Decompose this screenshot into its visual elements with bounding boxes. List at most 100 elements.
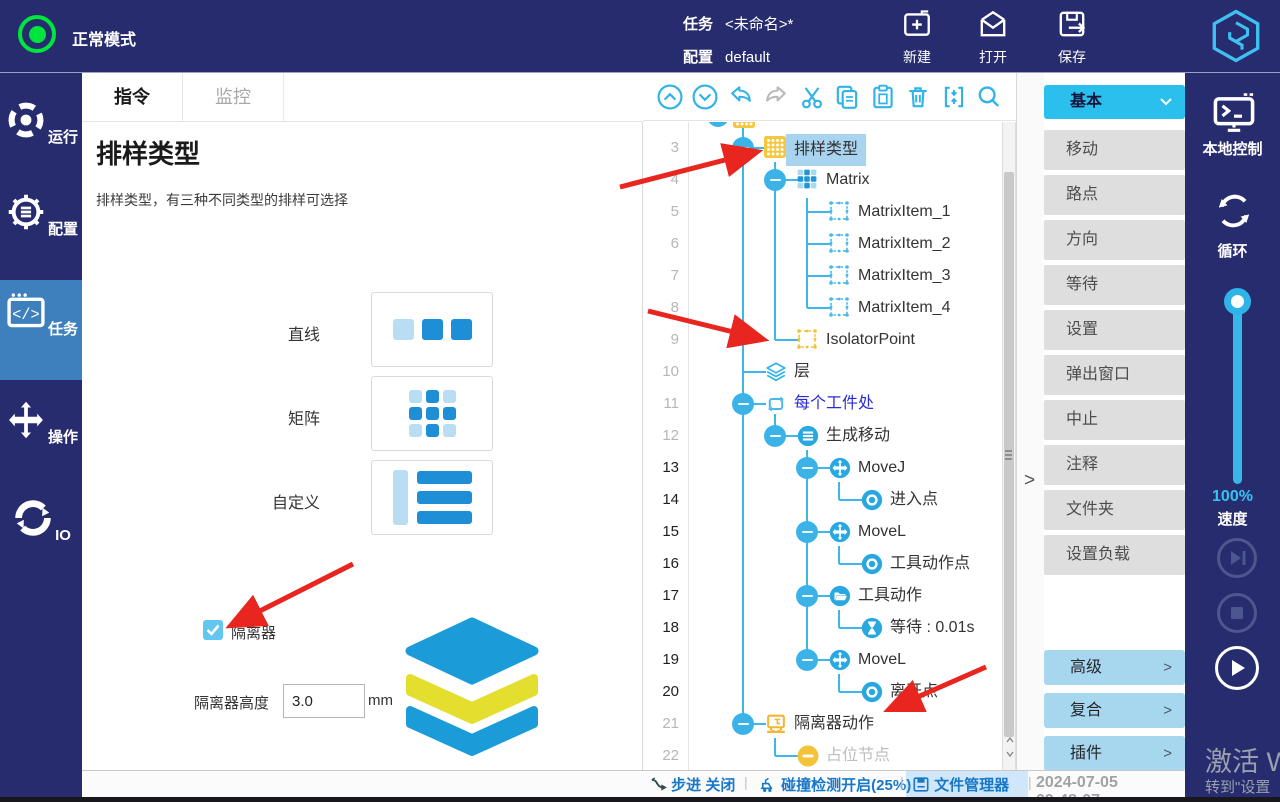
stop-button[interactable] [1217, 593, 1257, 633]
collapse-toggle[interactable] [732, 137, 754, 159]
file-manager-button[interactable]: 文件管理器 [912, 774, 1009, 795]
cut-button[interactable] [797, 82, 827, 112]
tree-node-label[interactable]: 占位节点 [826, 740, 890, 770]
collapse-toggle[interactable] [796, 585, 818, 607]
move-down-button[interactable] [690, 82, 720, 112]
tree-row-12[interactable]: 12生成移动 [643, 420, 1002, 452]
tree-row-21[interactable]: 21隔离器动作 [643, 708, 1002, 740]
tree-node-label[interactable]: MoveJ [858, 452, 905, 484]
tree-row-20[interactable]: 20离开点 [643, 676, 1002, 708]
local-control-icon[interactable] [1211, 90, 1257, 141]
tree-row-16[interactable]: 16工具动作点 [643, 548, 1002, 580]
tree-node-label[interactable]: MatrixItem_3 [858, 260, 950, 292]
expand-chevron-icon[interactable]: > [1024, 470, 1035, 492]
tree-row-14[interactable]: 14进入点 [643, 484, 1002, 516]
option-line-card[interactable] [371, 292, 493, 367]
topbar-action-1[interactable]: 新建 [887, 8, 947, 66]
tree-row-13[interactable]: 13MoveJ [643, 452, 1002, 484]
tree-row-4[interactable]: 4Matrix [643, 164, 1002, 196]
scroll-up-icon[interactable] [1005, 735, 1015, 745]
tree-node-label[interactable]: 离开点 [890, 676, 938, 708]
copy-button[interactable] [832, 82, 862, 112]
tree-row-22[interactable]: 22占位节点 [643, 740, 1002, 770]
sidebar-item-config[interactable]: 配置 [0, 180, 82, 272]
tree-node-label[interactable]: MoveL [858, 644, 906, 676]
tree-row-19[interactable]: 19MoveL [643, 644, 1002, 676]
collapse-toggle[interactable] [796, 457, 818, 479]
palette-item-4[interactable]: 等待 [1044, 265, 1185, 305]
collapse-toggle[interactable] [764, 425, 786, 447]
tree-node-label[interactable]: MatrixItem_1 [858, 196, 950, 228]
palette-item-6[interactable]: 弹出窗口 [1044, 355, 1185, 395]
tree-node-label[interactable]: 工具动作点 [890, 548, 970, 580]
sidebar-item-run[interactable]: 运行 [0, 88, 82, 180]
tree-row-15[interactable]: 15MoveL [643, 516, 1002, 548]
tree-row-6[interactable]: 6MatrixItem_2 [643, 228, 1002, 260]
tree-node-label[interactable]: MatrixItem_2 [858, 228, 950, 260]
undo-button[interactable] [726, 82, 756, 112]
palette-item-5[interactable]: 设置 [1044, 310, 1185, 350]
tree-node-label[interactable]: 每个工件处 [794, 388, 874, 420]
sidebar-item-jog[interactable]: 操作 [0, 388, 82, 480]
isolator-checkbox[interactable] [203, 620, 223, 640]
speed-slider-handle[interactable] [1224, 288, 1251, 315]
tree-row-10[interactable]: 10层 [643, 356, 1002, 388]
topbar-action-2[interactable]: 打开 [963, 8, 1023, 66]
tree-node-label[interactable]: 等待 : 0.01s [890, 612, 974, 644]
tree-node-label[interactable]: MatrixItem_4 [858, 292, 950, 324]
sidebar-item-task[interactable]: </>任务 [0, 280, 82, 380]
tree-node-label[interactable]: 排样类型 [786, 134, 866, 166]
collapse-toggle[interactable] [764, 169, 786, 191]
cycle-icon[interactable] [1213, 190, 1255, 237]
tree-node-label[interactable]: Matrix [826, 164, 870, 196]
tab-instruction[interactable]: 指令 [82, 72, 183, 122]
tree-row-9[interactable]: 9IsolatorPoint [643, 324, 1002, 356]
scroll-down-icon[interactable] [1005, 749, 1015, 759]
collapse-toggle[interactable] [707, 122, 729, 127]
palette-item-8[interactable]: 注释 [1044, 445, 1185, 485]
tree-row-8[interactable]: 8MatrixItem_4 [643, 292, 1002, 324]
collapse-toggle[interactable] [796, 521, 818, 543]
palette-item-10[interactable]: 设置负载 [1044, 535, 1185, 575]
tree-node-label[interactable]: 隔离器动作 [794, 708, 874, 740]
tree-node-label[interactable]: 工具动作 [858, 580, 922, 612]
palette-item-7[interactable]: 中止 [1044, 400, 1185, 440]
sidebar-item-io[interactable]: IO [0, 486, 82, 566]
move-up-button[interactable] [655, 82, 685, 112]
tree-row-18[interactable]: 18等待 : 0.01s [643, 612, 1002, 644]
tree-node-label[interactable]: MoveL [858, 516, 906, 548]
tree-scrollbar[interactable] [1002, 122, 1016, 770]
tree-node-label[interactable]: 层 [794, 356, 810, 388]
tree-row-7[interactable]: 7MatrixItem_3 [643, 260, 1002, 292]
palette-group-1[interactable]: 高级> [1044, 650, 1185, 685]
option-custom-card[interactable] [371, 460, 493, 535]
search-button[interactable] [974, 82, 1004, 112]
palette-group-2[interactable]: 复合> [1044, 693, 1185, 728]
tab-monitor[interactable]: 监控 [183, 72, 284, 122]
tree-node-label[interactable]: IsolatorPoint [826, 324, 915, 356]
step-button[interactable] [1217, 538, 1257, 578]
palette-item-1[interactable]: 移动 [1044, 130, 1185, 170]
redo-button[interactable] [761, 82, 791, 112]
palette-item-9[interactable]: 文件夹 [1044, 490, 1185, 530]
tree-node-label[interactable]: 进入点 [890, 484, 938, 516]
palette-item-2[interactable]: 路点 [1044, 175, 1185, 215]
paste-button[interactable] [868, 82, 898, 112]
collision-detect-status[interactable]: 碰撞检测开启(25%) [758, 774, 911, 795]
speed-slider-track[interactable] [1233, 300, 1242, 484]
collapse-toggle[interactable] [732, 713, 754, 735]
collapse-toggle[interactable] [796, 649, 818, 671]
topbar-action-3[interactable]: 保存 [1042, 8, 1102, 66]
option-matrix-card[interactable] [371, 376, 493, 451]
tree-row-11[interactable]: 11每个工件处 [643, 388, 1002, 420]
palette-item-3[interactable]: 方向 [1044, 220, 1185, 260]
step-mode-status[interactable]: 步进 关闭 [650, 774, 735, 795]
tree-row-5[interactable]: 5MatrixItem_1 [643, 196, 1002, 228]
tree-row-3[interactable]: 3排样类型 [643, 132, 1002, 164]
tree-row-17[interactable]: 17工具动作 [643, 580, 1002, 612]
tree-node-label[interactable]: 生成移动 [826, 420, 890, 452]
palette-group-3[interactable]: 插件> [1044, 736, 1185, 771]
delete-button[interactable] [903, 82, 933, 112]
palette-category-basic[interactable]: 基本 [1044, 85, 1185, 119]
isolator-height-input[interactable] [283, 684, 365, 718]
